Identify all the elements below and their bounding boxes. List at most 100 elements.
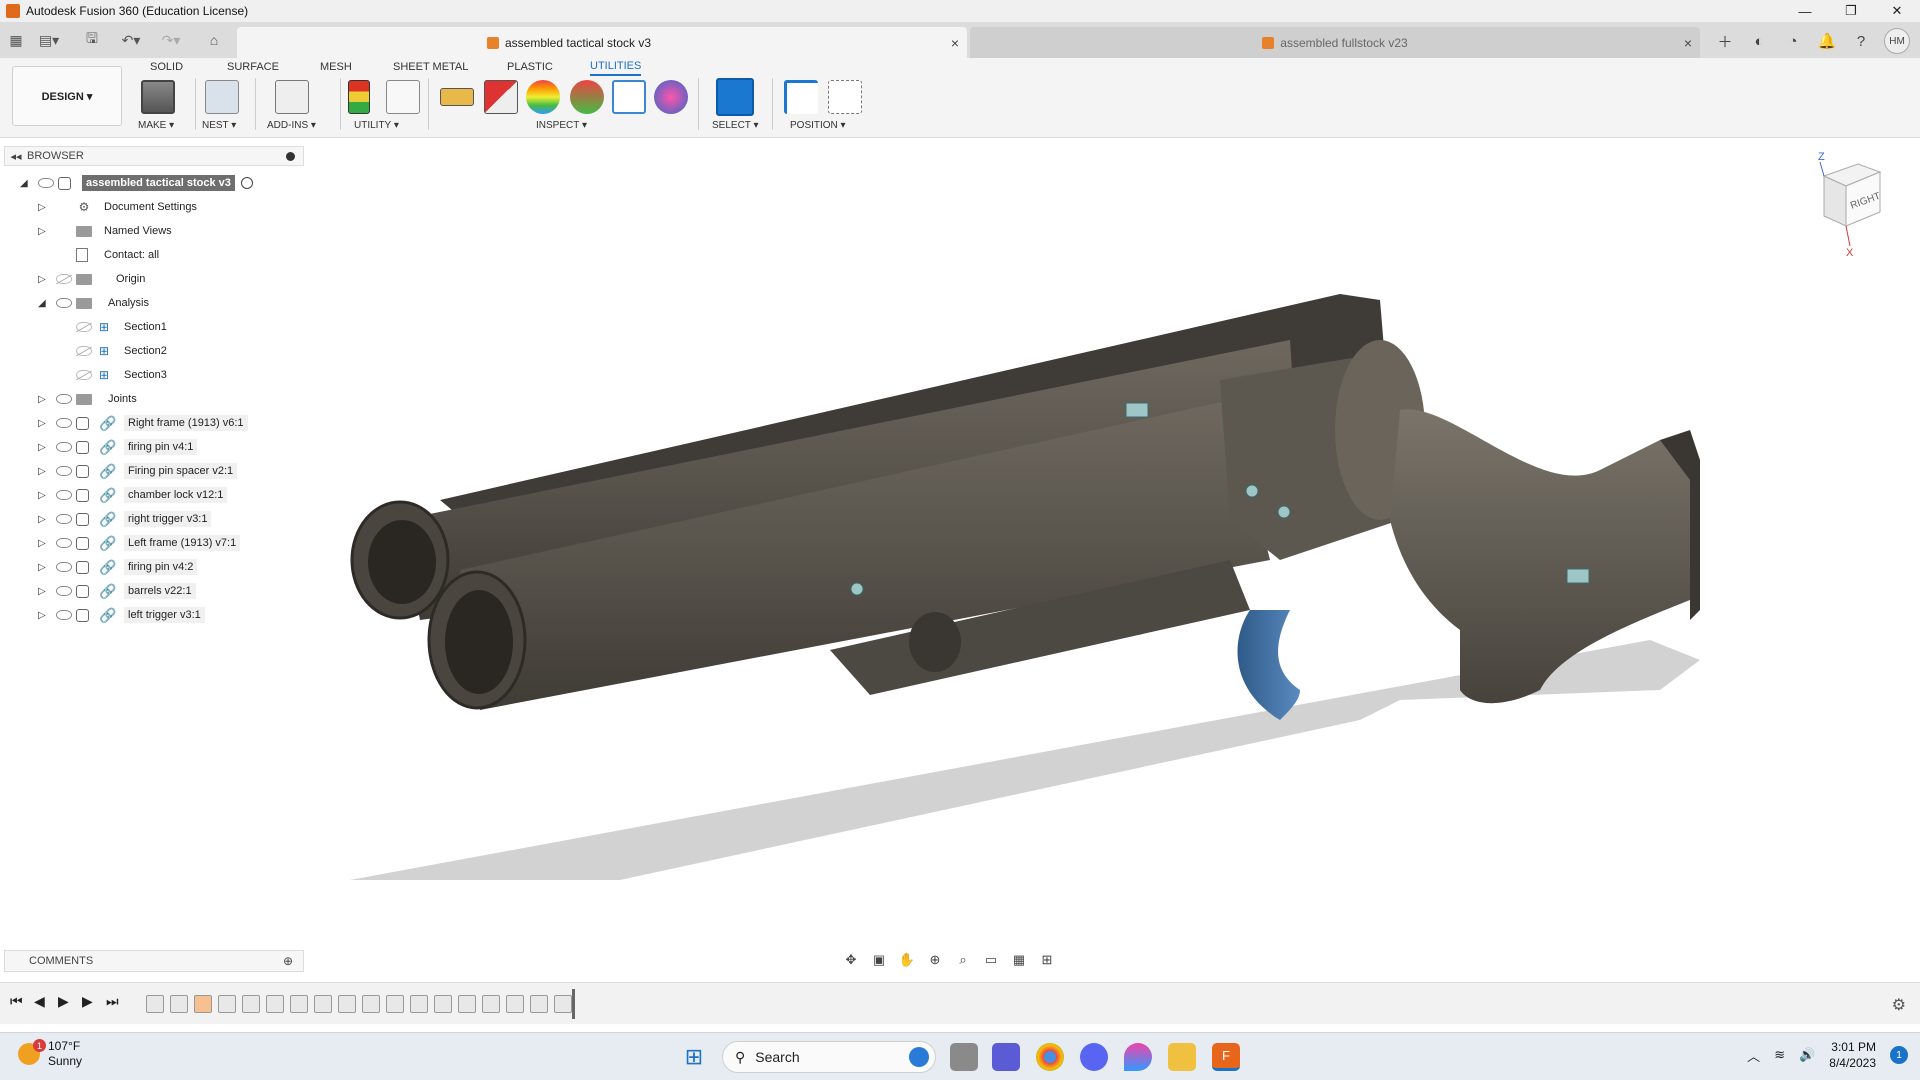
- visibility-eye-icon[interactable]: [56, 514, 72, 524]
- tree-item-section3[interactable]: ⊞ Section3: [72, 365, 171, 385]
- visibility-eye-icon[interactable]: [56, 562, 72, 572]
- tree-item-section1[interactable]: ⊞ Section1: [72, 317, 171, 337]
- redo-icon[interactable]: ↷▾: [156, 30, 186, 50]
- timeline-feature[interactable]: [362, 995, 380, 1013]
- interference-icon[interactable]: [484, 80, 518, 114]
- expand-toggle-icon[interactable]: ▷: [38, 274, 52, 285]
- notification-badge[interactable]: 1: [1890, 1046, 1908, 1064]
- visibility-eye-hidden-icon[interactable]: [56, 274, 72, 284]
- timeline-feature[interactable]: [554, 995, 572, 1013]
- zoom-icon[interactable]: ⊕: [924, 950, 946, 970]
- tab-assembled-tactical-stock[interactable]: assembled tactical stock v3 ×: [237, 27, 967, 58]
- tab-assembled-fullstock[interactable]: assembled fullstock v23 ×: [970, 27, 1700, 58]
- minimize-button[interactable]: —: [1782, 0, 1828, 22]
- timeline-feature[interactable]: [218, 995, 236, 1013]
- visibility-eye-icon[interactable]: [56, 418, 72, 428]
- home-icon[interactable]: ⌂: [202, 30, 226, 50]
- timeline-feature[interactable]: [290, 995, 308, 1013]
- activate-radio-icon[interactable]: [240, 177, 253, 189]
- expand-toggle-icon[interactable]: ▷: [38, 586, 52, 597]
- expand-toggle-icon[interactable]: ▷: [38, 490, 52, 501]
- position-group-label[interactable]: POSITION ▾: [790, 120, 846, 131]
- traffic-light-icon[interactable]: [348, 80, 370, 114]
- clock[interactable]: 3:01 PM 8/4/2023: [1829, 1039, 1876, 1071]
- task-view-icon[interactable]: [950, 1043, 978, 1071]
- revert-position-icon[interactable]: [828, 80, 862, 114]
- section-analysis-icon[interactable]: [612, 80, 646, 114]
- tab-sheet-metal[interactable]: SHEET METAL: [393, 58, 468, 76]
- tree-item-component[interactable]: ▷ 🔗 Right frame (1913) v6:1: [38, 413, 248, 433]
- expand-toggle-icon[interactable]: ▷: [38, 514, 52, 525]
- timeline-feature[interactable]: [458, 995, 476, 1013]
- select-cursor-icon[interactable]: [716, 78, 754, 116]
- timeline-feature[interactable]: [170, 995, 188, 1013]
- expand-toggle-icon[interactable]: ▷: [38, 394, 52, 405]
- close-window-button[interactable]: ✕: [1874, 0, 1920, 22]
- help-icon[interactable]: ?: [1844, 29, 1878, 53]
- tree-item-named-views[interactable]: ▷ Named Views: [38, 221, 176, 241]
- go-to-start-icon[interactable]: ⏮: [10, 993, 23, 1010]
- expand-toggle-icon[interactable]: ▷: [38, 202, 52, 213]
- volume-icon[interactable]: 🔊: [1799, 1047, 1815, 1063]
- 3d-viewport[interactable]: [0, 138, 1920, 978]
- tree-item-component[interactable]: ▷ 🔗 right trigger v3:1: [38, 509, 212, 529]
- timeline-feature[interactable]: [146, 995, 164, 1013]
- timeline-feature[interactable]: [314, 995, 332, 1013]
- wifi-icon[interactable]: ≋: [1774, 1047, 1785, 1063]
- notifications-bell-icon[interactable]: 🔔: [1810, 29, 1844, 53]
- extensions-icon[interactable]: ◔: [1776, 29, 1810, 53]
- chrome-icon[interactable]: [1036, 1043, 1064, 1071]
- scripts-addins-icon[interactable]: [275, 80, 309, 114]
- visibility-eye-icon[interactable]: [56, 298, 72, 308]
- tab-solid[interactable]: SOLID: [150, 58, 183, 76]
- timeline-feature[interactable]: [194, 995, 212, 1013]
- expand-toggle-icon[interactable]: ▷: [38, 418, 52, 429]
- browser-panel-header[interactable]: ◂◂ BROWSER: [4, 146, 304, 166]
- measure-icon[interactable]: [440, 88, 474, 106]
- nest-group-label[interactable]: NEST ▾: [202, 120, 236, 131]
- visibility-eye-hidden-icon[interactable]: [76, 322, 92, 332]
- make-group-label[interactable]: MAKE ▾: [138, 120, 174, 131]
- app-grid-icon[interactable]: ▦: [6, 30, 26, 50]
- visibility-eye-icon[interactable]: [56, 442, 72, 452]
- nest-icon[interactable]: [205, 80, 239, 114]
- visibility-eye-hidden-icon[interactable]: [76, 370, 92, 380]
- timeline-feature[interactable]: [242, 995, 260, 1013]
- fit-icon[interactable]: ⌕: [952, 950, 974, 970]
- timeline-feature[interactable]: [482, 995, 500, 1013]
- visibility-eye-icon[interactable]: [56, 610, 72, 620]
- visibility-eye-icon[interactable]: [56, 490, 72, 500]
- tree-item-component[interactable]: ▷ 🔗 left trigger v3:1: [38, 605, 205, 625]
- pan-icon[interactable]: ✋: [896, 950, 918, 970]
- maximize-button[interactable]: ❐: [1828, 0, 1874, 22]
- orbit-icon[interactable]: ✥: [840, 950, 862, 970]
- expand-toggle-icon[interactable]: ▷: [38, 562, 52, 573]
- timeline-feature[interactable]: [386, 995, 404, 1013]
- collapse-panel-icon[interactable]: ◂◂: [5, 150, 27, 163]
- teams-icon[interactable]: [992, 1043, 1020, 1071]
- go-to-end-icon[interactable]: ⏭: [106, 993, 119, 1010]
- workspace-switcher-button[interactable]: DESIGN ▾: [12, 66, 122, 126]
- timeline-feature[interactable]: [410, 995, 428, 1013]
- paint-icon[interactable]: [1124, 1043, 1152, 1071]
- capture-position-icon[interactable]: [784, 80, 818, 114]
- expand-toggle-icon[interactable]: ◢: [20, 178, 34, 189]
- select-group-label[interactable]: SELECT ▾: [712, 120, 759, 131]
- discord-icon[interactable]: [1080, 1043, 1108, 1071]
- make-3d-print-icon[interactable]: [141, 80, 175, 114]
- tab-surface[interactable]: SURFACE: [227, 58, 279, 76]
- timeline-feature[interactable]: [338, 995, 356, 1013]
- tree-item-component[interactable]: ▷ 🔗 firing pin v4:1: [38, 437, 198, 457]
- play-icon[interactable]: ▶: [58, 993, 69, 1010]
- timeline-feature[interactable]: [266, 995, 284, 1013]
- timeline-feature[interactable]: [434, 995, 452, 1013]
- display-component-colors-icon[interactable]: [654, 80, 688, 114]
- tree-item-component[interactable]: ▷ 🔗 firing pin v4:2: [38, 557, 198, 577]
- avatar[interactable]: HM: [1884, 28, 1910, 54]
- table-icon[interactable]: [386, 80, 420, 114]
- undo-icon[interactable]: ↶▾: [116, 30, 146, 50]
- comments-panel[interactable]: COMMENTS ⊕: [4, 950, 304, 972]
- tree-item-component[interactable]: ▷ 🔗 Left frame (1913) v7:1: [38, 533, 241, 553]
- visibility-eye-icon[interactable]: [56, 394, 72, 404]
- visibility-eye-icon[interactable]: [56, 538, 72, 548]
